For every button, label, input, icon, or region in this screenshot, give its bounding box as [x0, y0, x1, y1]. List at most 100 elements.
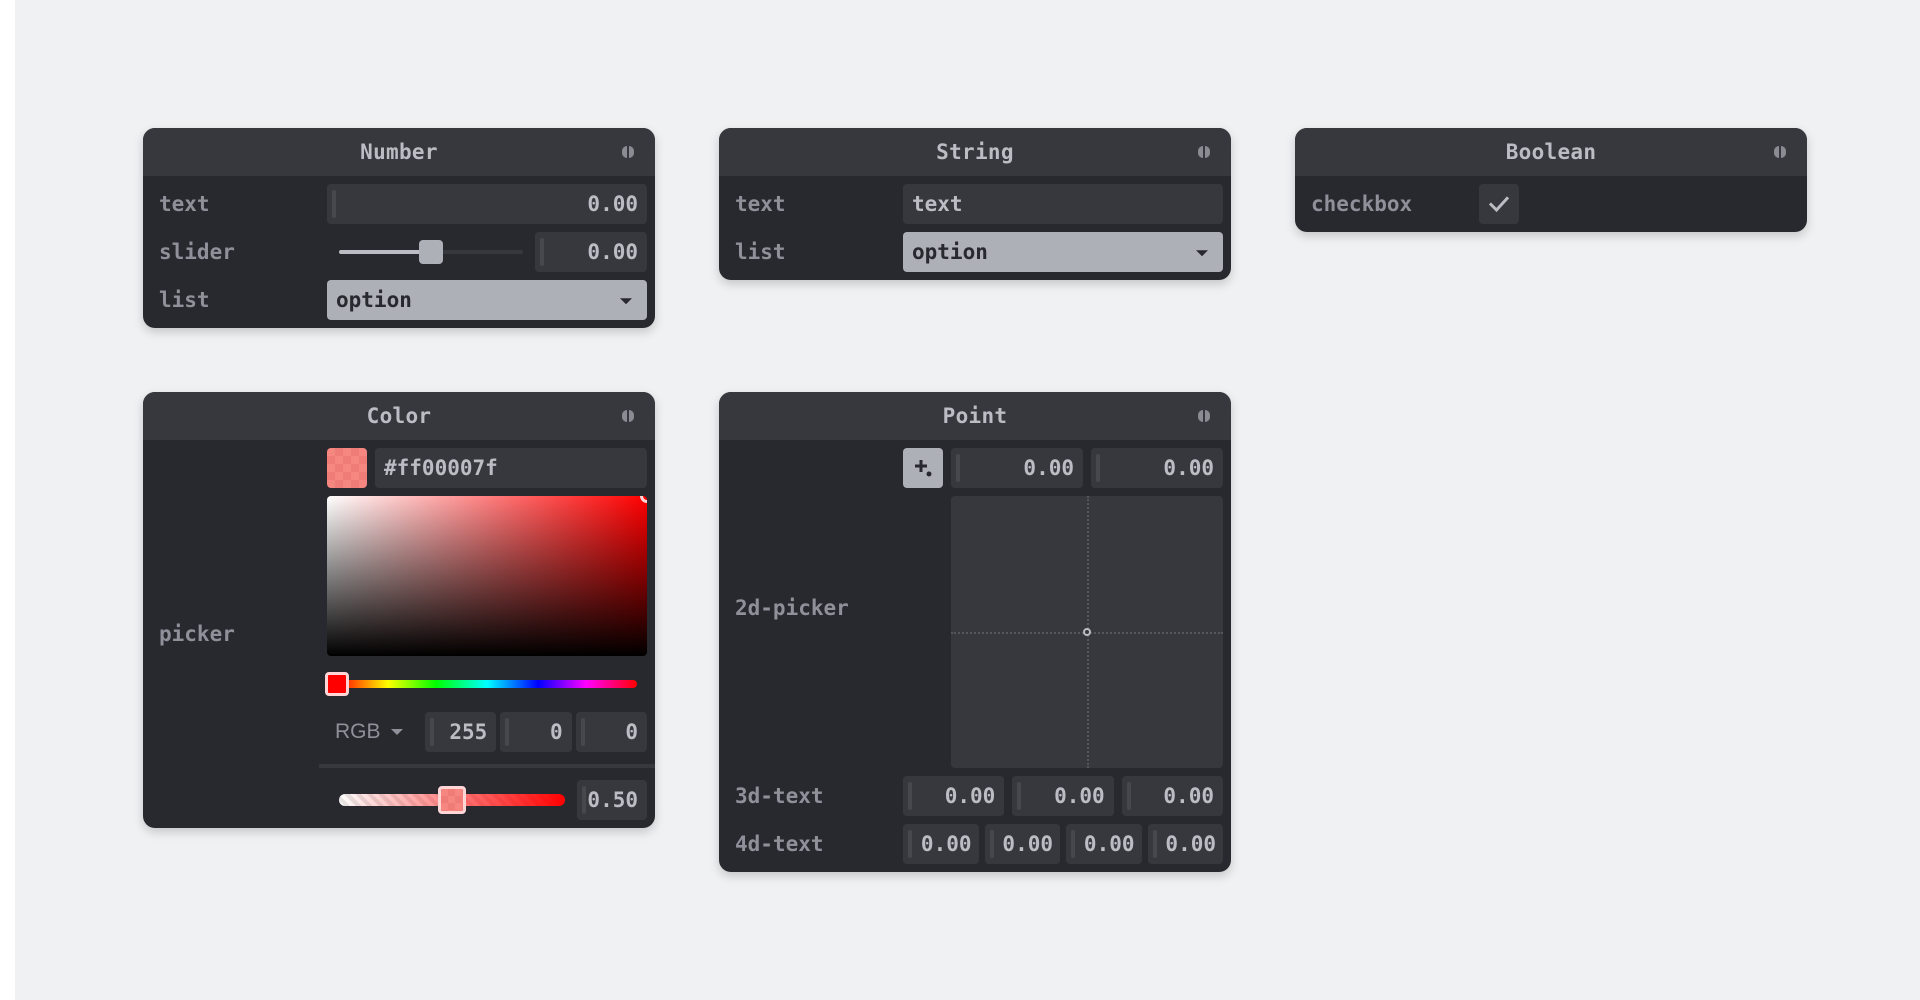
fold-icon[interactable]: [621, 145, 635, 159]
saturation-value-picker[interactable]: [327, 496, 647, 656]
row-string-list: list option: [727, 232, 1223, 272]
point4d-x-input[interactable]: 0.00: [903, 824, 979, 864]
pane-header-point[interactable]: Point: [719, 392, 1231, 440]
point3d-y-input[interactable]: 0.00: [1012, 776, 1114, 816]
input-value: 0.00: [1165, 832, 1216, 856]
hue-track[interactable]: [337, 680, 637, 688]
pane-color: Color picker #ff00007f RGB 255 0 0 0.50: [143, 392, 655, 828]
pane-title: Point: [942, 404, 1008, 428]
caret-down-icon: [1196, 250, 1208, 257]
input-value: 0: [625, 720, 638, 744]
input-value: 0.00: [944, 784, 996, 808]
number-slider-input[interactable]: 0.00: [535, 232, 647, 272]
input-value: 0.00: [1023, 456, 1074, 480]
label: 2d-picker: [727, 448, 903, 768]
input-value: 0.00: [1163, 456, 1214, 480]
canvas: Number text 0.00 slider 0.00 list option…: [15, 0, 1920, 1000]
drag-handle[interactable]: [430, 718, 434, 746]
input-value: 0.00: [587, 240, 638, 264]
point4d-y-input[interactable]: 0.00: [984, 824, 1060, 864]
drag-handle[interactable]: [908, 782, 912, 810]
color-swatch-button[interactable]: [327, 448, 367, 488]
label: text: [159, 192, 210, 216]
pane-header-number[interactable]: Number: [143, 128, 655, 176]
alpha-slider[interactable]: [327, 780, 565, 820]
alpha-input[interactable]: 0.50: [577, 780, 647, 820]
select-value: option: [336, 288, 412, 312]
drag-handle[interactable]: [580, 718, 585, 746]
divider: [319, 764, 655, 768]
picker-label: 2d-picker: [735, 596, 849, 620]
label: slider: [159, 240, 235, 264]
point4d-w-input[interactable]: 0.00: [1147, 824, 1223, 864]
caret-down-icon: [390, 729, 403, 735]
slider-knob[interactable]: [419, 240, 443, 264]
color-mode-select[interactable]: RGB: [327, 712, 421, 752]
fold-icon[interactable]: [1773, 145, 1787, 159]
pane-number: Number text 0.00 slider 0.00 list option: [143, 128, 655, 328]
check-icon: [1488, 196, 1510, 213]
point-x-input[interactable]: 0.00: [951, 448, 1083, 488]
label: 3d-text: [735, 784, 824, 808]
pad-toggle-button[interactable]: [903, 448, 943, 488]
drag-handle[interactable]: [1071, 830, 1075, 858]
crosshair-plus-icon: [915, 460, 932, 477]
fold-icon[interactable]: [1197, 145, 1211, 159]
input-value: 0: [550, 720, 563, 744]
point3d-z-input[interactable]: 0.00: [1121, 776, 1223, 816]
input-value: 0.00: [1002, 832, 1053, 856]
blue-input[interactable]: 0: [575, 712, 647, 752]
fold-icon[interactable]: [621, 409, 635, 423]
number-slider[interactable]: [327, 232, 527, 272]
point-y-input[interactable]: 0.00: [1091, 448, 1223, 488]
point4d-z-input[interactable]: 0.00: [1066, 824, 1142, 864]
label: checkbox: [1311, 192, 1413, 216]
drag-handle[interactable]: [582, 786, 586, 814]
pane-boolean: Boolean checkbox: [1295, 128, 1807, 232]
hex-input[interactable]: #ff00007f: [375, 448, 647, 488]
label: text: [735, 192, 786, 216]
pane-title: Color: [366, 404, 432, 428]
drag-handle[interactable]: [908, 830, 912, 858]
fold-icon[interactable]: [1197, 409, 1211, 423]
input-value: 0.00: [920, 832, 972, 856]
drag-handle[interactable]: [505, 718, 510, 746]
checkbox[interactable]: [1479, 184, 1519, 224]
pane-header-color[interactable]: Color: [143, 392, 655, 440]
caret-down-icon: [620, 298, 632, 305]
slider-fill: [339, 250, 431, 254]
pane-title: String: [936, 140, 1014, 164]
green-input[interactable]: 0: [500, 712, 572, 752]
number-list-select[interactable]: option: [327, 280, 647, 320]
drag-handle[interactable]: [989, 830, 994, 858]
pad-marker[interactable]: [1083, 628, 1091, 636]
drag-handle[interactable]: [332, 190, 336, 218]
pane-header-string[interactable]: String: [719, 128, 1231, 176]
drag-handle[interactable]: [1126, 782, 1131, 810]
input-value: 0.50: [587, 788, 638, 812]
input-value: 0.00: [1083, 832, 1135, 856]
row-point-4d: 4d-text 0.00 0.00 0.00 0.00: [727, 824, 1223, 864]
string-text-input[interactable]: text: [903, 184, 1223, 224]
drag-handle[interactable]: [956, 454, 960, 482]
red-input[interactable]: 255: [425, 712, 497, 752]
pane-title: Number: [360, 140, 438, 164]
string-list-select[interactable]: option: [903, 232, 1223, 272]
drag-handle[interactable]: [1152, 830, 1157, 858]
input-value: text: [912, 192, 963, 216]
2d-pad[interactable]: [951, 496, 1223, 768]
alpha-knob[interactable]: [438, 786, 466, 814]
row-number-list: list option: [151, 280, 647, 320]
number-text-input[interactable]: 0.00: [327, 184, 647, 224]
input-value: #ff00007f: [384, 456, 498, 480]
drag-handle[interactable]: [540, 238, 544, 266]
drag-handle[interactable]: [1017, 782, 1022, 810]
drag-handle[interactable]: [1096, 454, 1100, 482]
hue-slider[interactable]: [325, 664, 647, 704]
hue-knob[interactable]: [325, 672, 349, 696]
picker-label: picker: [159, 622, 235, 646]
pane-header-boolean[interactable]: Boolean: [1295, 128, 1807, 176]
pane-point: Point 2d-picker 0.00 0.00 3d-text 0.00 0…: [719, 392, 1231, 872]
sv-marker[interactable]: [640, 496, 647, 503]
point3d-x-input[interactable]: 0.00: [903, 776, 1005, 816]
